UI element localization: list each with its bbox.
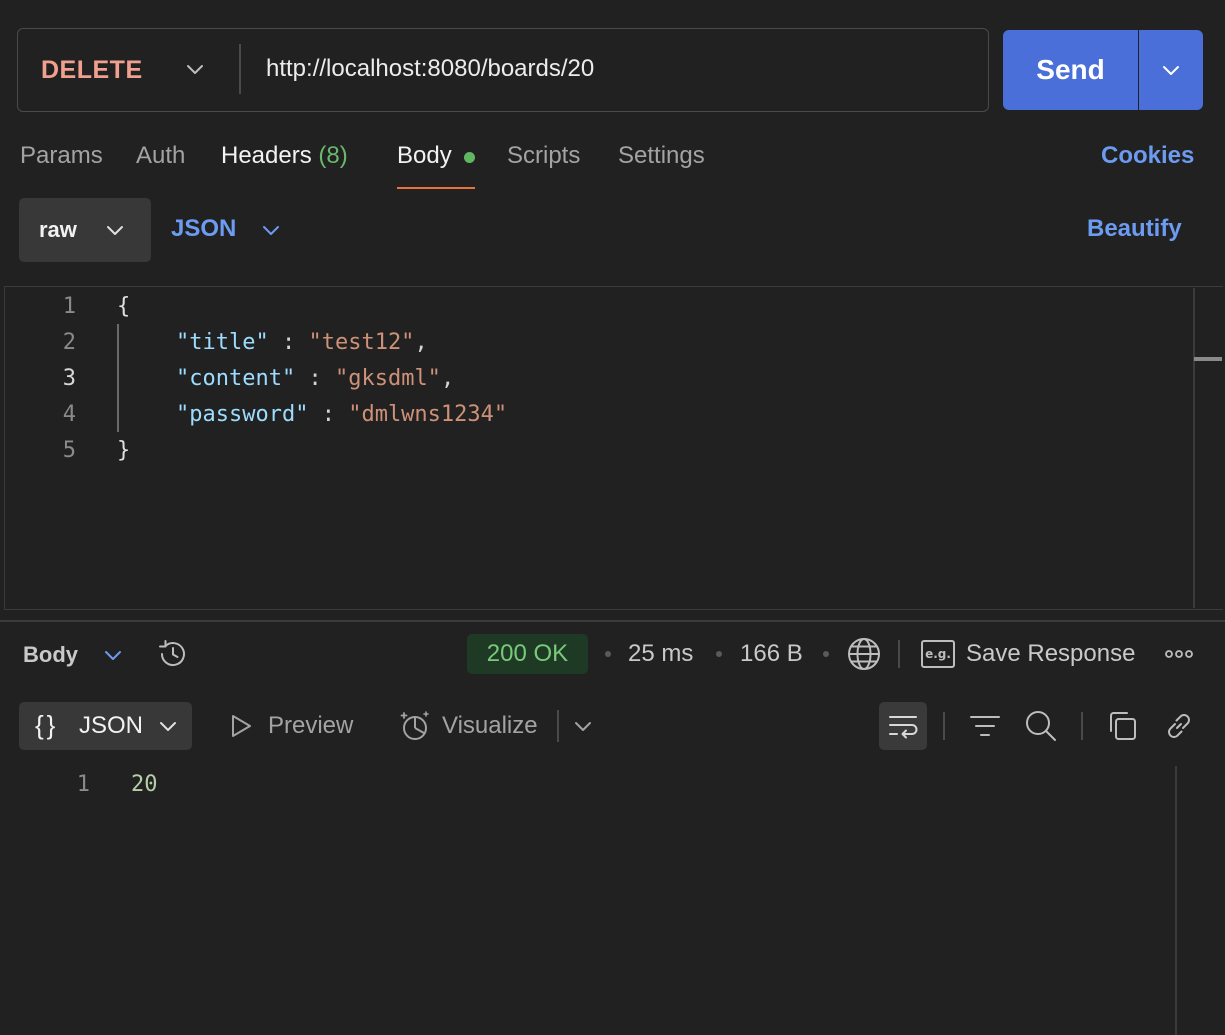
chevron-down-icon	[1163, 66, 1179, 75]
chevron-down-icon	[107, 226, 123, 235]
preview-button[interactable]: Preview	[268, 712, 353, 740]
save-response-button[interactable]: Save Response	[966, 640, 1135, 668]
json-braces-icon: {}	[35, 710, 59, 740]
json-key: "content"	[176, 366, 296, 391]
tab-scripts[interactable]: Scripts	[507, 142, 580, 170]
line-number: 3	[62, 366, 76, 391]
pane-divider[interactable]	[0, 620, 1225, 622]
code-close-brace: }	[117, 438, 131, 463]
chevron-down-icon[interactable]	[102, 644, 124, 666]
send-options-button[interactable]	[1139, 30, 1203, 110]
code-open-brace: {	[117, 294, 131, 319]
line-number: 5	[62, 438, 76, 463]
body-language-select[interactable]: JSON	[171, 215, 236, 243]
code-line: "password" : "dmlwns1234"	[176, 402, 507, 427]
toolbar-separator	[898, 640, 900, 668]
chevron-down-icon	[160, 722, 176, 731]
url-divider	[239, 44, 241, 94]
tab-settings[interactable]: Settings	[618, 142, 705, 170]
visualize-button[interactable]: Visualize	[442, 712, 538, 740]
link-icon[interactable]	[1162, 709, 1196, 743]
editor-scrollbar-track	[1193, 288, 1195, 608]
tab-headers-label: Headers	[221, 142, 312, 169]
json-separator: :	[308, 402, 349, 427]
indent-guide	[117, 324, 119, 432]
response-format-label: JSON	[79, 712, 144, 739]
line-number: 1	[62, 294, 76, 319]
separator-dot	[823, 651, 829, 657]
editor-scrollbar-thumb[interactable]	[1194, 357, 1222, 361]
globe-icon[interactable]	[846, 636, 882, 672]
json-separator: :	[268, 330, 309, 355]
body-mode-label: raw	[39, 217, 77, 242]
history-icon[interactable]	[156, 637, 190, 671]
example-icon[interactable]: e.g.	[921, 640, 955, 668]
method-select[interactable]: DELETE	[41, 56, 143, 85]
status-badge[interactable]: 200 OK	[467, 634, 588, 674]
json-value: "dmlwns1234"	[348, 402, 508, 427]
separator-dot	[716, 651, 722, 657]
visualize-icon[interactable]	[398, 709, 432, 743]
line-number: 1	[76, 772, 90, 797]
tab-body[interactable]: Body	[397, 142, 452, 170]
json-value: "gksdml"	[334, 366, 441, 391]
play-icon[interactable]	[228, 713, 254, 739]
chevron-down-icon[interactable]	[184, 58, 206, 80]
url-input[interactable]: http://localhost:8080/boards/20	[266, 55, 594, 83]
copy-icon[interactable]	[1106, 709, 1140, 743]
json-comma: ,	[414, 330, 428, 355]
chevron-down-icon[interactable]	[572, 715, 594, 737]
toolbar-separator	[1081, 712, 1083, 740]
separator-dot	[605, 651, 611, 657]
headers-count-badge: (8)	[318, 142, 348, 169]
response-time[interactable]: 25 ms	[628, 640, 693, 668]
code-line: "content" : "gksdml",	[176, 366, 454, 391]
search-icon[interactable]	[1023, 708, 1059, 744]
toolbar-separator	[943, 712, 945, 740]
response-section-select[interactable]: Body	[23, 642, 78, 668]
json-comma: ,	[440, 366, 455, 391]
beautify-button[interactable]: Beautify	[1087, 215, 1182, 243]
active-tab-indicator	[397, 187, 475, 189]
response-scrollbar-track[interactable]	[1175, 766, 1177, 1035]
cookies-link[interactable]: Cookies	[1101, 142, 1194, 170]
tab-headers[interactable]: Headers (8)	[221, 142, 348, 170]
line-number: 4	[62, 402, 76, 427]
svg-text:e.g.: e.g.	[925, 647, 951, 661]
more-options-icon[interactable]	[1163, 644, 1195, 664]
filter-icon[interactable]	[968, 710, 1002, 742]
toolbar-separator	[557, 710, 559, 742]
tab-params[interactable]: Params	[20, 142, 103, 170]
response-size[interactable]: 166 B	[740, 640, 803, 668]
send-button[interactable]: Send	[1003, 30, 1138, 110]
wrap-lines-button[interactable]	[879, 702, 927, 750]
body-modified-indicator	[464, 152, 475, 163]
chevron-down-icon[interactable]	[260, 219, 282, 241]
json-separator: :	[295, 366, 335, 391]
json-key: "password"	[176, 402, 309, 427]
code-line: "title" : "test12",	[176, 330, 428, 355]
response-body-value: 20	[131, 772, 158, 797]
line-number: 2	[62, 330, 76, 355]
json-key: "title"	[176, 330, 269, 355]
json-value: "test12"	[308, 330, 415, 355]
tab-auth[interactable]: Auth	[136, 142, 185, 170]
wrap-icon	[889, 716, 918, 739]
